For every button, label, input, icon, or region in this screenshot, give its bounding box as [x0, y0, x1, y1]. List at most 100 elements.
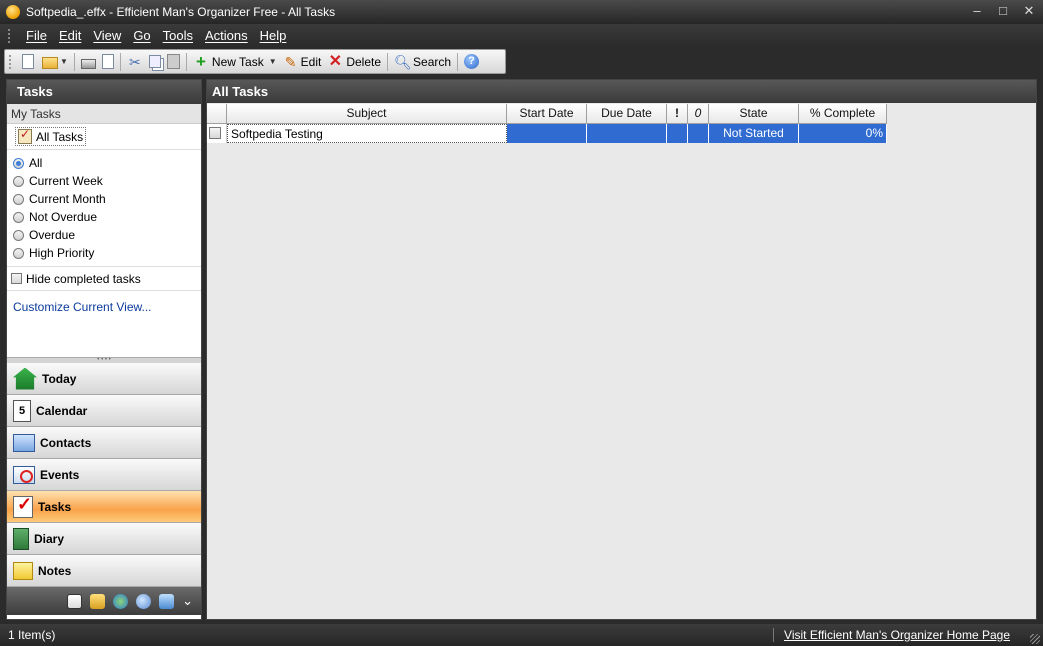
title-bar: Softpedia_.effx - Efficient Man's Organi…: [0, 0, 1043, 24]
paste-button[interactable]: [164, 51, 183, 72]
delete-button[interactable]: ✕ Delete: [324, 51, 384, 72]
new-task-button[interactable]: + New Task ▼: [190, 51, 280, 72]
menu-help[interactable]: Help: [254, 28, 293, 43]
toolbar-grip[interactable]: [9, 54, 13, 69]
menu-grip[interactable]: [8, 28, 12, 43]
radio-button[interactable]: [13, 193, 24, 205]
resize-grip[interactable]: [1030, 634, 1040, 644]
radio-button[interactable]: [13, 211, 24, 223]
diary-icon: [13, 527, 29, 550]
shortcut-calendar-icon[interactable]: [67, 593, 83, 609]
task-list-pane: All Tasks Subject Start Date Due Date ! …: [206, 79, 1037, 620]
filter-not-overdue[interactable]: Not Overdue: [13, 208, 201, 226]
nav-label: Contacts: [40, 435, 92, 450]
cell-attachment[interactable]: [688, 124, 709, 143]
contacts-icon: [13, 433, 35, 452]
cut-button[interactable]: ✂: [124, 51, 146, 72]
customize-view-link[interactable]: Customize Current View...: [7, 291, 201, 357]
nav-diary[interactable]: Diary: [7, 523, 201, 555]
row-checkbox-cell[interactable]: [207, 124, 227, 143]
menu-file[interactable]: File: [20, 28, 53, 43]
column-header-due-date[interactable]: Due Date: [587, 104, 667, 124]
column-header-start-date[interactable]: Start Date: [507, 104, 587, 124]
maximize-button[interactable]: □: [997, 3, 1009, 19]
app-icon: [6, 5, 20, 19]
print-preview-button[interactable]: [99, 51, 117, 72]
filter-label: Overdue: [29, 228, 76, 242]
menu-tools[interactable]: Tools: [157, 28, 199, 43]
filter-overdue[interactable]: Overdue: [13, 226, 201, 244]
all-tasks-item[interactable]: All Tasks: [15, 127, 87, 146]
minimize-button[interactable]: –: [971, 3, 983, 19]
view-title: All Tasks: [207, 80, 1036, 103]
search-icon[interactable]: [136, 593, 152, 609]
delete-icon: ✕: [328, 52, 343, 70]
column-header-check[interactable]: [207, 104, 227, 124]
filter-high-priority[interactable]: High Priority: [13, 244, 201, 262]
menu-edit[interactable]: Edit: [53, 28, 87, 43]
nav-notes[interactable]: Notes: [7, 555, 201, 587]
help-button[interactable]: ?: [461, 51, 482, 72]
status-bar: 1 Item(s) Visit Efficient Man's Organize…: [0, 624, 1043, 646]
column-header-subject[interactable]: Subject: [227, 104, 507, 124]
cell-state[interactable]: Not Started: [709, 124, 799, 143]
menu-view[interactable]: View: [87, 28, 127, 43]
item-count: 1 Item(s): [8, 628, 56, 642]
print-button[interactable]: [78, 51, 99, 72]
hide-completed-option[interactable]: Hide completed tasks: [7, 267, 201, 291]
table-row[interactable]: Softpedia Testing Not Started 0%: [207, 124, 887, 144]
column-header-attachment[interactable]: 0: [688, 104, 709, 124]
toolbar-separator: [387, 52, 389, 71]
nav-events[interactable]: Events: [7, 459, 201, 491]
new-file-button[interactable]: [17, 51, 39, 72]
hide-completed-label: Hide completed tasks: [26, 271, 141, 286]
nav-label: Events: [40, 467, 80, 482]
cell-due-date[interactable]: [587, 124, 667, 143]
hide-completed-checkbox[interactable]: [11, 273, 22, 284]
globe-icon[interactable]: [113, 593, 129, 609]
window-controls: – □ ✕: [971, 3, 1035, 19]
column-header-priority[interactable]: !: [667, 104, 688, 124]
filter-current-month[interactable]: Current Month: [13, 190, 201, 208]
nav-contacts[interactable]: Contacts: [7, 427, 201, 459]
home-page-link[interactable]: Visit Efficient Man's Organizer Home Pag…: [773, 628, 1010, 642]
filter-label: Current Week: [29, 174, 103, 188]
nav-calendar[interactable]: 5 Calendar: [7, 395, 201, 427]
copy-button[interactable]: [146, 51, 164, 72]
dropdown-arrow-icon: ▼: [268, 57, 277, 66]
close-button[interactable]: ✕: [1023, 3, 1035, 19]
cell-percent-complete[interactable]: 0%: [799, 124, 887, 143]
pencil-icon: ✎: [284, 53, 297, 70]
menu-go[interactable]: Go: [127, 28, 156, 43]
radio-button[interactable]: [13, 175, 24, 187]
chevron-down-icon[interactable]: ⌄: [182, 593, 193, 609]
search-label: Search: [413, 54, 452, 69]
radio-button[interactable]: [13, 229, 24, 241]
column-header-percent-complete[interactable]: % Complete: [799, 104, 887, 124]
search-button[interactable]: 🔍︎ Search: [391, 51, 454, 72]
radio-button[interactable]: [13, 157, 24, 169]
all-tasks-view[interactable]: All Tasks: [7, 124, 201, 150]
toolbar-separator: [73, 52, 75, 71]
edit-button[interactable]: ✎ Edit: [280, 51, 325, 72]
toolbar-separator: [457, 52, 459, 71]
edit-label: Edit: [300, 54, 322, 69]
radio-button[interactable]: [13, 247, 24, 259]
table-header-row: Subject Start Date Due Date ! 0 State % …: [207, 104, 887, 124]
navigation-pane: Tasks My Tasks All Tasks All Current Wee…: [6, 79, 202, 620]
menu-actions[interactable]: Actions: [199, 28, 254, 43]
filter-label: All: [29, 156, 43, 170]
key-icon[interactable]: [90, 593, 106, 609]
filter-current-week[interactable]: Current Week: [13, 172, 201, 190]
sync-icon[interactable]: [159, 593, 175, 609]
cell-subject[interactable]: Softpedia Testing: [227, 124, 507, 143]
column-header-state[interactable]: State: [709, 104, 799, 124]
filter-all[interactable]: All: [13, 154, 201, 172]
nav-today[interactable]: Today: [7, 363, 201, 395]
my-tasks-label: My Tasks: [7, 104, 201, 124]
cell-start-date[interactable]: [507, 124, 587, 143]
open-button[interactable]: ▼: [39, 51, 71, 72]
cell-priority[interactable]: [667, 124, 688, 143]
row-complete-checkbox[interactable]: [209, 127, 221, 139]
nav-tasks[interactable]: Tasks: [7, 491, 201, 523]
